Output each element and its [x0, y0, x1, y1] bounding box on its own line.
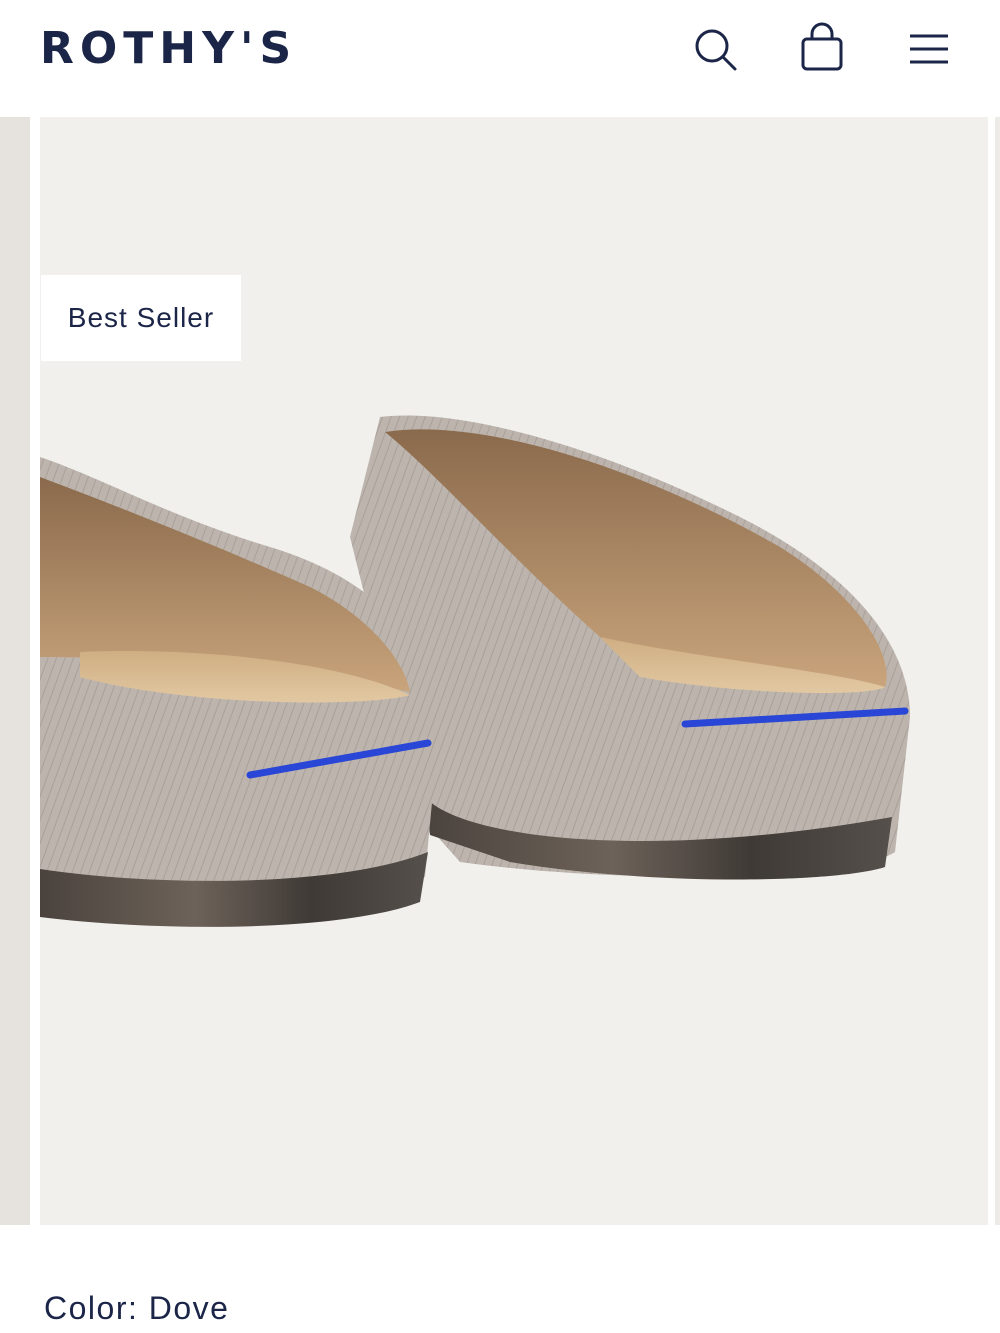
shoe-right [350, 415, 910, 880]
brand-logo[interactable]: ROTHY'S [40, 24, 297, 74]
color-label: Color: [44, 1290, 139, 1326]
menu-icon[interactable] [905, 22, 955, 76]
best-seller-badge: Best Seller [41, 275, 241, 361]
search-icon[interactable] [690, 22, 740, 76]
bag-icon[interactable] [797, 22, 847, 76]
color-value: Dove [148, 1290, 230, 1326]
next-slide-peek[interactable] [995, 117, 1000, 1225]
product-image-carousel[interactable]: Best Seller [0, 117, 1000, 1225]
product-image-slide[interactable]: Best Seller [40, 117, 988, 1225]
selected-color: Color: Dove [44, 1288, 229, 1328]
previous-slide-peek[interactable] [0, 117, 30, 1225]
site-header: ROTHY'S [0, 0, 1000, 117]
badge-label: Best Seller [67, 302, 215, 333]
